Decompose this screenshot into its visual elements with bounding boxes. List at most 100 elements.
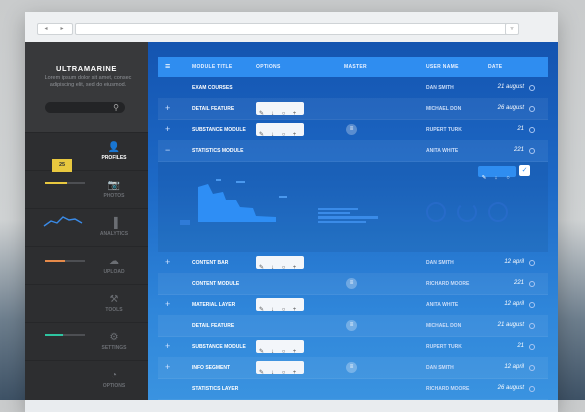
sidebar-item-icon: ☁ bbox=[109, 256, 119, 267]
row-status-indicator[interactable] bbox=[529, 281, 535, 287]
row-status-indicator[interactable] bbox=[529, 323, 535, 329]
row-date: 12 april bbox=[504, 364, 524, 370]
user-name: RUPERT TURK bbox=[426, 127, 462, 133]
analytics-sparkline bbox=[43, 216, 83, 227]
sidebar-item-label: PHOTOS bbox=[103, 193, 125, 199]
row-date: 21 august bbox=[497, 84, 524, 90]
module-title: DETAIL FEATURE bbox=[192, 106, 235, 112]
table-row[interactable]: + SUBSTANCE MODULE ✎ ↓ ○ + RUPERT TURK 21 bbox=[158, 337, 548, 358]
row-status-indicator[interactable] bbox=[529, 260, 535, 266]
sidebar-item-tools[interactable]: ⚒ TOOLS bbox=[25, 284, 148, 323]
row-options: ✎ ↓ ○ + bbox=[256, 298, 304, 313]
sidebar-item-icon: ◔ bbox=[110, 370, 118, 381]
sidebar-item-options[interactable]: ◔ OPTIONS bbox=[25, 360, 148, 399]
row-status-indicator[interactable] bbox=[529, 85, 535, 91]
menu-icon[interactable]: ≡ bbox=[165, 61, 170, 72]
sidebar-item-upload[interactable]: ☁ UPLOAD bbox=[25, 246, 148, 285]
table-header: ≡ MODULE TITLE OPTIONS MASTER USER NAME … bbox=[158, 57, 548, 77]
row-status-indicator[interactable] bbox=[529, 127, 535, 133]
table-row[interactable]: DETAIL FEATURE ≡ MICHAEL DON 21 august bbox=[158, 316, 548, 337]
master-toggle[interactable]: ≡ bbox=[346, 278, 357, 289]
master-toggle[interactable]: ≡ bbox=[346, 124, 357, 135]
progress-bar bbox=[318, 216, 378, 219]
back-icon[interactable]: ◂ bbox=[38, 24, 54, 34]
sidebar-item-label: TOOLS bbox=[105, 307, 123, 313]
table-row[interactable]: + MATERIAL LAYER ✎ ↓ ○ + ANITA WHITE 12 april bbox=[158, 295, 548, 316]
module-title: EXAM COURSES bbox=[192, 85, 233, 91]
sidebar-item-icon: 👤 bbox=[107, 142, 121, 153]
module-title: DETAIL FEATURE bbox=[192, 323, 235, 329]
sidebar-item-label: ANALYTICS bbox=[99, 231, 129, 237]
sidebar-item-photos[interactable]: 📷 PHOTOS bbox=[25, 170, 148, 209]
expand-icon[interactable]: + bbox=[165, 299, 170, 310]
browser-toolbar: ◂ ▸ ▿ bbox=[25, 12, 558, 43]
upload-progress bbox=[45, 260, 85, 262]
row-date: 21 august bbox=[497, 322, 524, 328]
master-toggle[interactable]: ≡ bbox=[346, 362, 357, 373]
search-icon[interactable]: ⚲ bbox=[113, 103, 119, 112]
area-marker bbox=[279, 196, 287, 198]
user-name: DAN SMITH bbox=[426, 260, 454, 266]
browser-menu-button[interactable]: ▿ bbox=[505, 23, 519, 35]
sidebar-item-label: PROFILES bbox=[101, 155, 127, 161]
row-status-indicator[interactable] bbox=[529, 365, 535, 371]
sidebar-item-icon: ⚙ bbox=[109, 332, 119, 343]
address-bar[interactable] bbox=[75, 23, 517, 35]
progress-bars bbox=[318, 208, 378, 223]
expand-icon[interactable]: + bbox=[165, 103, 170, 114]
forward-icon[interactable]: ▸ bbox=[54, 24, 70, 34]
sidebar-item-icon: 📷 bbox=[107, 180, 121, 191]
sidebar-item-icon: ▐ bbox=[110, 218, 118, 229]
module-title: CONTENT BAR bbox=[192, 260, 229, 266]
settings-progress bbox=[45, 334, 85, 336]
search-input[interactable]: ⚲ bbox=[45, 102, 125, 113]
table-row[interactable]: − STATISTICS MODULE ANITA WHITE 221 bbox=[158, 141, 548, 162]
module-title: STATISTICS MODULE bbox=[192, 148, 244, 154]
column-header-title[interactable]: MODULE TITLE bbox=[192, 64, 233, 70]
column-header-date[interactable]: DATE bbox=[488, 64, 502, 70]
column-header-master[interactable]: MASTER bbox=[344, 64, 367, 70]
row-status-indicator[interactable] bbox=[529, 386, 535, 392]
browser-nav-buttons[interactable]: ◂ ▸ bbox=[37, 23, 73, 35]
area-chart bbox=[180, 179, 287, 225]
table-row[interactable]: + DETAIL FEATURE ✎ ↓ ○ + MICHAEL DON 26 august bbox=[158, 99, 548, 120]
collapse-icon[interactable]: − bbox=[165, 145, 170, 156]
expand-icon[interactable]: + bbox=[165, 341, 170, 352]
area-shape bbox=[198, 184, 276, 222]
sidebar: ULTRAMARINE Lorem ipsum dolor sit amet, … bbox=[25, 42, 156, 400]
settings-progress-fill bbox=[45, 334, 63, 336]
expand-icon[interactable]: + bbox=[165, 124, 170, 135]
row-status-indicator[interactable] bbox=[529, 148, 535, 154]
module-title: SUBSTANCE MODULE bbox=[192, 344, 246, 350]
table-row[interactable]: EXAM COURSES DAN SMITH 21 august bbox=[158, 78, 548, 99]
module-title: SUBSTANCE MODULE bbox=[192, 127, 246, 133]
column-header-user[interactable]: USER NAME bbox=[426, 64, 459, 70]
column-header-options[interactable]: OPTIONS bbox=[256, 64, 281, 70]
user-name: RUPERT TURK bbox=[426, 344, 462, 350]
row-status-indicator[interactable] bbox=[529, 106, 535, 112]
user-name: DAN SMITH bbox=[426, 85, 454, 91]
table-row[interactable]: + CONTENT BAR ✎ ↓ ○ + DAN SMITH 12 april bbox=[158, 253, 548, 274]
master-toggle[interactable]: ≡ bbox=[346, 320, 357, 331]
row-status-indicator[interactable] bbox=[529, 302, 535, 308]
row-date: 21 bbox=[517, 343, 524, 349]
expand-icon[interactable]: + bbox=[165, 362, 170, 373]
row-options: ✎ ↓ ○ + bbox=[256, 361, 304, 376]
sidebar-item-icon: ⚒ bbox=[109, 294, 119, 305]
user-name: DAN SMITH bbox=[426, 365, 454, 371]
photos-progress bbox=[45, 182, 85, 184]
table-row[interactable]: + SUBSTANCE MODULE ✎ ↓ ○ + ≡ RUPERT TURK 21 bbox=[158, 120, 548, 141]
table-row[interactable]: STATISTICS LAYER RICHARD MOORE 26 august bbox=[158, 379, 548, 400]
row-status-indicator[interactable] bbox=[529, 344, 535, 350]
table-row[interactable]: CONTENT MODULE ≡ RICHARD MOORE 221 bbox=[158, 274, 548, 295]
sidebar-item-settings[interactable]: ⚙ SETTINGS bbox=[25, 322, 148, 361]
user-name: MICHAEL DON bbox=[426, 106, 462, 112]
module-title: INFO SEGMENT bbox=[192, 365, 231, 371]
donut-chart bbox=[426, 202, 446, 222]
table-row[interactable]: + INFO SEGMENT ✎ ↓ ○ + ≡ DAN SMITH 12 april bbox=[158, 358, 548, 379]
expand-icon[interactable]: + bbox=[165, 257, 170, 268]
progress-bar bbox=[318, 212, 350, 214]
progress-bar bbox=[318, 221, 366, 223]
sidebar-item-profiles[interactable]: 👤 PROFILES bbox=[25, 132, 148, 171]
user-name: MICHAEL DON bbox=[426, 323, 462, 329]
